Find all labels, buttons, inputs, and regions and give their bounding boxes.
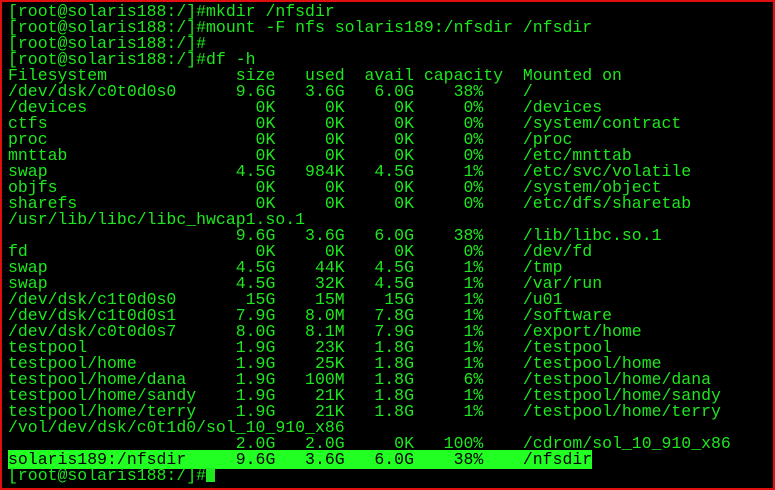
- terminal-window[interactable]: [root@solaris188:/]#mkdir /nfsdir [root@s…: [0, 0, 775, 490]
- terminal-line: [root@solaris188:/]#: [8, 466, 216, 485]
- terminal-line-text: [root@solaris188:/]#: [8, 466, 207, 485]
- terminal-cursor: [206, 468, 216, 482]
